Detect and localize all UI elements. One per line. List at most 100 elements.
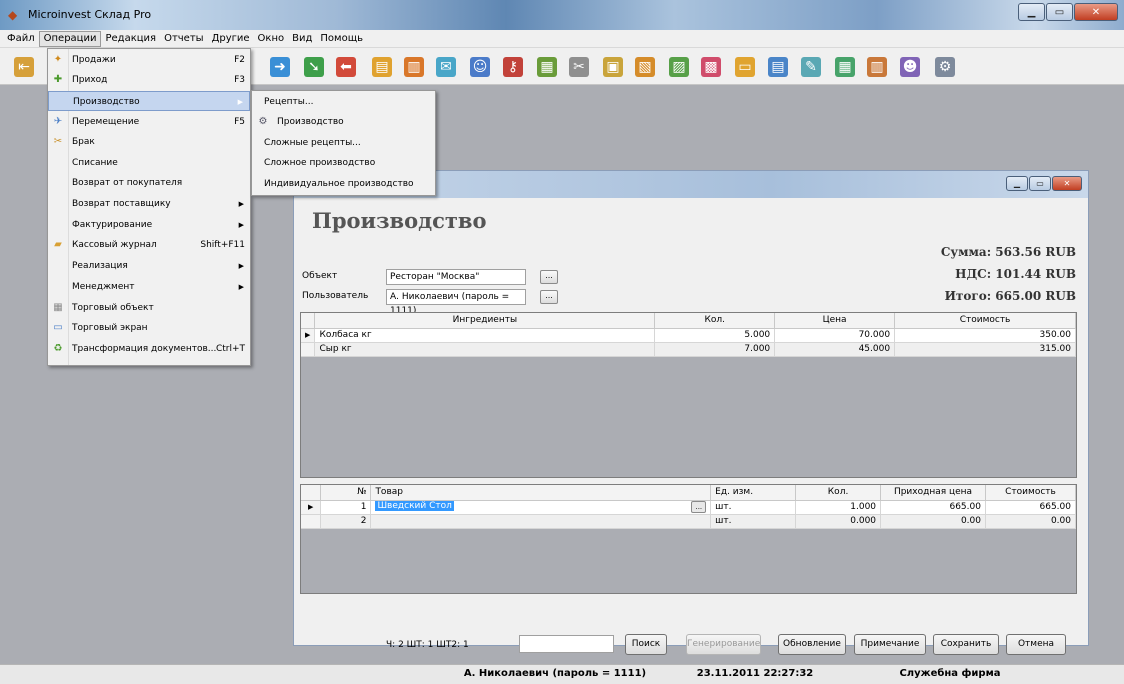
- menu-view[interactable]: Вид: [288, 31, 316, 47]
- submenu-item-complex-production[interactable]: Сложное производство: [252, 153, 435, 173]
- col-unit[interactable]: Ед. изм.: [710, 485, 797, 501]
- ingredient-price[interactable]: 45.000: [774, 342, 896, 357]
- submenu-item-individual-production[interactable]: Индивидуальное производство: [252, 174, 435, 194]
- arrow-left-icon[interactable]: ⬅: [336, 57, 356, 77]
- col-qty[interactable]: Кол.: [795, 485, 882, 501]
- ingredient-qty[interactable]: 5.000: [654, 328, 776, 343]
- window-titlebar[interactable]: ◆ Microinvest Склад Pro ▁ ▭ ✕: [0, 0, 1124, 30]
- refresh-button[interactable]: Обновление: [778, 634, 846, 655]
- arrow-right-icon[interactable]: ➜: [270, 57, 290, 77]
- table-row[interactable]: 2 шт. 0.000 0.00 0.00: [301, 514, 1077, 529]
- menu-item-management[interactable]: Менеджмент ▶: [48, 277, 250, 297]
- menu-item-cash-journal[interactable]: ▰ Кассовый журнал Shift+F11: [48, 235, 250, 255]
- ingredient-price[interactable]: 70.000: [774, 328, 896, 343]
- maximize-button[interactable]: ▭: [1046, 3, 1073, 21]
- menu-item-realization[interactable]: Реализация ▶: [48, 256, 250, 276]
- folder-icon[interactable]: ▭: [735, 57, 755, 77]
- product-browse-button[interactable]: ...: [691, 501, 707, 513]
- col-product[interactable]: Товар: [370, 485, 712, 501]
- product-cost[interactable]: 0.00: [985, 514, 1077, 529]
- menu-item-purchase[interactable]: ✚ Приход F3: [48, 70, 250, 90]
- menu-file[interactable]: Файл: [3, 31, 39, 47]
- menu-item-trade-screen[interactable]: ▭ Торговый экран: [48, 318, 250, 338]
- document-maximize-button[interactable]: ▭: [1029, 176, 1051, 191]
- exit-icon[interactable]: ⇤: [14, 57, 34, 77]
- object-browse-button[interactable]: ...: [540, 270, 558, 284]
- document-green-icon[interactable]: ▨: [669, 57, 689, 77]
- product-qty[interactable]: 0.000: [795, 514, 882, 529]
- col-cost[interactable]: Стоимость: [894, 313, 1076, 329]
- document-icon[interactable]: ▧: [635, 57, 655, 77]
- minimize-button[interactable]: ▁: [1018, 3, 1045, 21]
- search-button[interactable]: Поиск: [625, 634, 667, 655]
- close-button[interactable]: ✕: [1074, 3, 1118, 21]
- pencil-icon[interactable]: ✎: [801, 57, 821, 77]
- users-icon[interactable]: ☻: [900, 57, 920, 77]
- product-name[interactable]: Шведский Стол: [375, 501, 454, 511]
- menu-reports[interactable]: Отчеты: [160, 31, 207, 47]
- chart-icon[interactable]: ▦: [537, 57, 557, 77]
- object-field[interactable]: Ресторан "Москва": [386, 269, 526, 285]
- generate-button[interactable]: Генерирование: [686, 634, 761, 655]
- menu-other[interactable]: Другие: [208, 31, 254, 47]
- menu-operations[interactable]: Операции: [38, 30, 102, 47]
- document-minimize-button[interactable]: ▁: [1006, 176, 1028, 191]
- gear-icon[interactable]: ⚙: [935, 57, 955, 77]
- ingredient-name[interactable]: Сыр кг: [314, 342, 656, 357]
- product-unit[interactable]: шт.: [710, 500, 797, 515]
- product-price[interactable]: 665.00: [880, 500, 986, 515]
- ingredient-cost[interactable]: 315.00: [894, 342, 1076, 357]
- cancel-button[interactable]: Отмена: [1006, 634, 1066, 655]
- products-grid[interactable]: № Товар Ед. изм. Кол. Приходная цена Сто…: [300, 484, 1077, 594]
- product-price[interactable]: 0.00: [880, 514, 986, 529]
- note-button[interactable]: Примечание: [854, 634, 926, 655]
- calculator-icon[interactable]: ▣: [603, 57, 623, 77]
- product-name[interactable]: [370, 514, 712, 529]
- submenu-item-production[interactable]: ⚙ Производство: [252, 112, 435, 132]
- user-icon[interactable]: ☺: [470, 57, 490, 77]
- menu-item-trade-object[interactable]: ▦ Торговый объект: [48, 298, 250, 318]
- product-qty[interactable]: 1.000: [795, 500, 882, 515]
- product-unit[interactable]: шт.: [710, 514, 797, 529]
- document-close-button[interactable]: ✕: [1052, 176, 1082, 191]
- table-row[interactable]: ▶ Колбаса кг 5.000 70.000 350.00: [301, 328, 1076, 343]
- col-number[interactable]: №: [320, 485, 372, 501]
- submenu-item-recipes[interactable]: Рецепты...: [252, 92, 435, 112]
- book-icon[interactable]: ▥: [404, 57, 424, 77]
- menu-item-waste[interactable]: ✂ Брак: [48, 132, 250, 152]
- menu-window[interactable]: Окно: [254, 31, 289, 47]
- col-cost[interactable]: Стоимость: [985, 485, 1077, 501]
- menu-item-supplier-return[interactable]: Возврат поставщику ▶: [48, 194, 250, 214]
- menu-item-sales[interactable]: ✦ Продажи F2: [48, 50, 250, 70]
- menu-item-transfer[interactable]: ✈ Перемещение F5: [48, 112, 250, 132]
- product-name-cell[interactable]: Шведский Стол...: [370, 500, 712, 515]
- table-row[interactable]: Сыр кг 7.000 45.000 315.00: [301, 342, 1076, 357]
- document-red-icon[interactable]: ▩: [701, 57, 721, 77]
- save-button[interactable]: Сохранить: [933, 634, 999, 655]
- product-cost[interactable]: 665.00: [985, 500, 1077, 515]
- menu-item-customer-return[interactable]: Возврат от покупателя: [48, 173, 250, 193]
- ingredient-cost[interactable]: 350.00: [894, 328, 1076, 343]
- menu-item-invoicing[interactable]: Фактурирование ▶: [48, 215, 250, 235]
- keys-icon[interactable]: ⚷: [503, 57, 523, 77]
- user-field[interactable]: А. Николаевич (пароль = 1111): [386, 289, 526, 316]
- menu-item-transform-documents[interactable]: ♻ Трансформация документов... Ctrl+T: [48, 339, 250, 359]
- col-purchase-price[interactable]: Приходная цена: [880, 485, 986, 501]
- menu-item-write-off[interactable]: Списание: [48, 153, 250, 173]
- mail-icon[interactable]: ✉: [436, 57, 456, 77]
- ledger-icon[interactable]: ▥: [867, 57, 887, 77]
- user-browse-button[interactable]: ...: [540, 290, 558, 304]
- ingredient-qty[interactable]: 7.000: [654, 342, 776, 357]
- menu-help[interactable]: Помощь: [316, 31, 367, 47]
- search-input[interactable]: [519, 635, 614, 653]
- report-icon[interactable]: ▦: [835, 57, 855, 77]
- col-ingredients[interactable]: Ингредиенты: [314, 313, 656, 329]
- document-blue-icon[interactable]: ▤: [768, 57, 788, 77]
- col-price[interactable]: Цена: [774, 313, 896, 329]
- arrow-down-icon[interactable]: ➘: [304, 57, 324, 77]
- table-row[interactable]: ▶ 1 Шведский Стол... шт. 1.000 665.00 66…: [301, 500, 1077, 515]
- ingredient-name[interactable]: Колбаса кг: [314, 328, 656, 343]
- menu-item-production[interactable]: Производство ▶: [48, 91, 250, 111]
- menu-edit[interactable]: Редакция: [101, 31, 160, 47]
- ingredients-grid[interactable]: Ингредиенты Кол. Цена Стоимость ▶ Колбас…: [300, 312, 1077, 478]
